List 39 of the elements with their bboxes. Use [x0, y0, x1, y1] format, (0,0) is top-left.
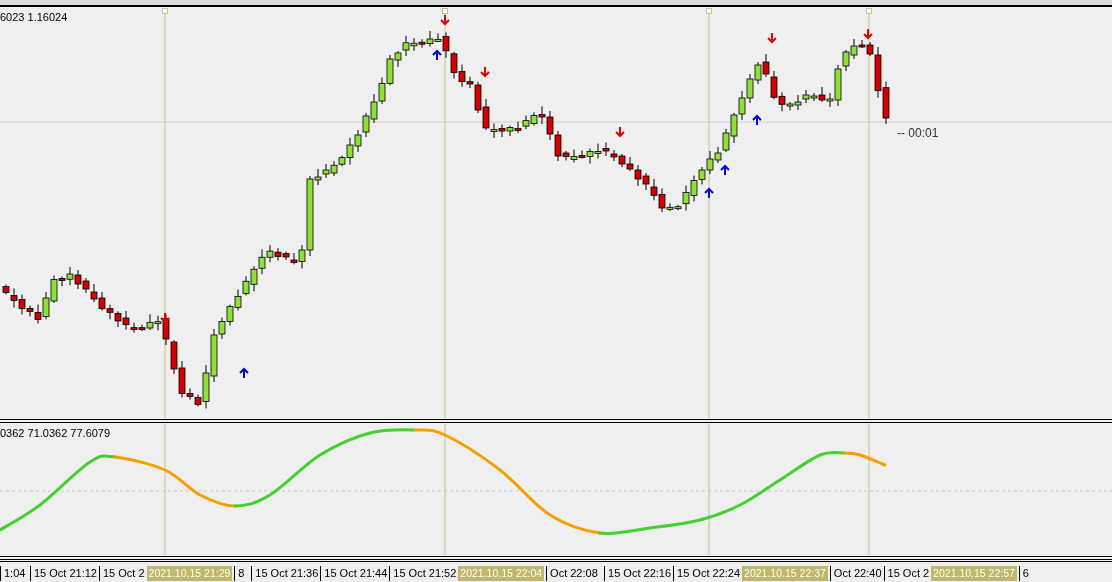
up-arrow-icon: [704, 187, 714, 199]
time-marker-line[interactable]: [164, 13, 166, 418]
time-marker-line[interactable]: [868, 13, 870, 418]
up-arrow-icon: [432, 49, 442, 61]
up-arrow-icon: [239, 367, 249, 379]
time-marker-label: 2021.10.15 22:57: [931, 566, 1017, 581]
down-arrow-icon: [440, 14, 450, 26]
time-label: Oct 22:40: [829, 566, 882, 581]
time-label: 15 Oct 2: [883, 566, 930, 581]
time-label: 15 Oct 21:36: [251, 566, 319, 581]
time-label: 15 Oct 22:24: [673, 566, 741, 581]
time-label: 15 Oct 2: [99, 566, 145, 581]
time-label: 15 Oct 22:16: [604, 566, 672, 581]
price-readout: 6023 1.16024: [0, 11, 68, 23]
time-label: Oct 22:08: [546, 566, 598, 581]
up-arrow-icon: [720, 164, 730, 176]
time-label: 1:04: [0, 566, 26, 581]
time-marker-label: 2021.10.15 22:37: [742, 566, 828, 581]
indicator-readout: 0362 71.0362 77.6079: [0, 427, 111, 439]
time-marker-line[interactable]: [444, 424, 446, 555]
time-marker-line[interactable]: [868, 424, 870, 555]
time-marker-line[interactable]: [708, 13, 710, 418]
time-marker-label: 2021.10.15 22:04: [458, 566, 545, 581]
down-arrow-icon: [615, 126, 625, 138]
down-arrow-icon: [863, 28, 873, 40]
countdown-timer: -- 00:01: [897, 126, 939, 140]
time-marker-line[interactable]: [164, 424, 166, 555]
time-label: 15 Oct 21:52: [389, 566, 457, 581]
time-label: 15 Oct 21:44: [320, 566, 388, 581]
up-arrow-icon: [752, 114, 762, 126]
time-label: 6: [1018, 566, 1029, 581]
time-marker-label: 2021.10.15 21:29: [146, 566, 233, 581]
time-label: 8: [234, 566, 245, 581]
time-marker-line[interactable]: [708, 424, 710, 555]
time-marker-line[interactable]: [444, 13, 446, 418]
down-arrow-icon: [480, 66, 490, 78]
down-arrow-icon: [160, 312, 170, 324]
down-arrow-icon: [767, 32, 777, 44]
time-label: 15 Oct 21:12: [30, 566, 97, 581]
